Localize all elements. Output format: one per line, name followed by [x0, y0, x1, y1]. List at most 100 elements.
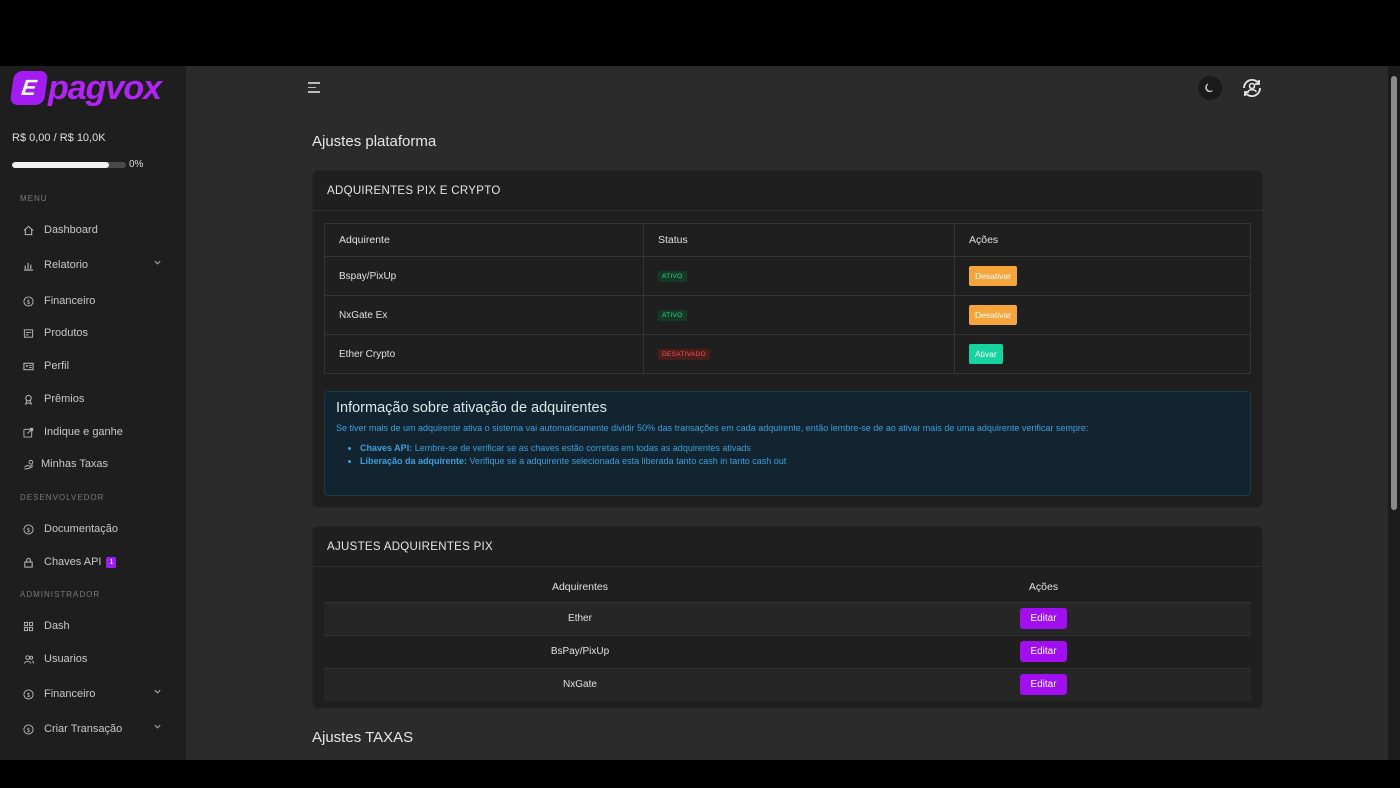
status-badge: ATIVO: [658, 271, 687, 282]
nav-premios[interactable]: Prêmios: [22, 388, 164, 410]
lock-icon: [22, 556, 35, 569]
deactivate-button[interactable]: Desativar: [969, 305, 1017, 325]
moon-icon: [1205, 83, 1213, 93]
user-menu-button[interactable]: [1239, 75, 1265, 101]
balance-progress: 0%: [12, 159, 143, 170]
table-row: Ether Crypto DESATIVADO Ativar: [324, 334, 1251, 374]
nav-label: Financeiro: [44, 295, 96, 307]
balance-text: R$ 0,00 / R$ 10,0K: [12, 132, 106, 144]
scrollbar-thumb[interactable]: [1391, 76, 1397, 510]
cell-name: Ether Crypto: [324, 334, 644, 374]
grid-icon: [22, 620, 35, 633]
home-icon: [22, 224, 35, 237]
svg-text:$: $: [26, 690, 30, 698]
nav-dash[interactable]: Dash: [22, 615, 164, 637]
dollar-circle-icon: $: [22, 295, 35, 308]
nav-label: Minhas Taxas: [41, 458, 109, 470]
cell-name: BsPay/PixUp: [324, 634, 836, 668]
col-header: Adquirente: [324, 223, 644, 257]
notification-badge: 1: [106, 556, 117, 568]
nav-financeiro-admin[interactable]: $ Financeiro: [22, 683, 164, 705]
nav-chaves-api[interactable]: Chaves API 1: [22, 551, 164, 573]
nav-label: Perfil: [44, 360, 70, 372]
section-label-admin: ADMINISTRADOR: [20, 590, 101, 599]
logo-mark-icon: E: [9, 71, 49, 105]
status-badge: DESATIVADO: [658, 349, 710, 360]
nav-produtos[interactable]: Produtos: [22, 322, 164, 344]
status-badge: ATIVO: [658, 310, 687, 321]
nav-label: Usuarios: [44, 653, 88, 665]
letterbox-top: [0, 0, 1400, 66]
nav-taxas[interactable]: Minhas Taxas: [22, 453, 164, 475]
main-content: Ajustes plataforma ADQUIRENTES PIX E CRY…: [186, 66, 1400, 760]
progress-track: [12, 161, 126, 168]
col-header: Status: [643, 223, 955, 257]
card-header: AJUSTES ADQUIRENTES PIX: [313, 527, 1262, 567]
nav-indique[interactable]: Indique e ganhe: [22, 421, 164, 443]
progress-fill: [12, 161, 109, 168]
nav-usuarios[interactable]: Usuarios: [22, 648, 164, 670]
info-text: Se tiver mais de um adquirente ativa o s…: [336, 423, 1089, 433]
menu-toggle-icon[interactable]: [308, 82, 320, 96]
dollar-circle-icon: $: [22, 723, 35, 736]
col-header: Ações: [954, 223, 1251, 257]
bar-chart-icon: [22, 259, 35, 272]
nav-dashboard[interactable]: Dashboard: [22, 219, 164, 241]
list-item-text: Lembre-se de verificar se as chaves estã…: [412, 443, 751, 453]
page-title: Ajustes plataforma: [312, 133, 437, 150]
table-row: Bspay/PixUp ATIVO Desativar: [324, 256, 1251, 296]
section-label-dev: DESENVOLVEDOR: [20, 493, 105, 502]
deactivate-button[interactable]: Desativar: [969, 266, 1017, 286]
users-icon: [22, 653, 35, 666]
section-title-taxas: Ajustes TAXAS: [312, 729, 414, 746]
col-header: Ações: [1028, 580, 1059, 593]
nav-label: Indique e ganhe: [44, 426, 123, 438]
list-item-text: Verifique se a adquirente selecionada es…: [467, 456, 787, 466]
nav-label: Criar Transação: [44, 723, 123, 735]
nav-criar-transacao[interactable]: $ Criar Transação: [22, 718, 164, 740]
table-row: NxGate Ex ATIVO Desativar: [324, 295, 1251, 335]
nav-label: Prêmios: [44, 393, 85, 405]
theme-toggle-button[interactable]: [1198, 76, 1222, 100]
dollar-circle-icon: $: [22, 688, 35, 701]
progress-percent: 0%: [129, 159, 144, 170]
nav-perfil[interactable]: Perfil: [22, 355, 164, 377]
edit-button[interactable]: Editar: [1020, 608, 1067, 629]
chevron-down-icon: [153, 258, 162, 270]
card-ajustes-pix: AJUSTES ADQUIRENTES PIX Adquirentes Açõe…: [312, 526, 1263, 709]
activate-button[interactable]: Ativar: [969, 344, 1003, 364]
app-window: E pagvox R$ 0,00 / R$ 10,0K 0% MENU Dash…: [0, 66, 1400, 760]
edit-button[interactable]: Editar: [1020, 641, 1067, 662]
award-icon: [22, 393, 35, 406]
list-item: Liberação da adquirente: Verifique se a …: [360, 456, 1239, 466]
edit-button[interactable]: Editar: [1020, 674, 1067, 696]
table-row: BsPay/PixUp Editar: [324, 634, 1251, 668]
nav-label: Dashboard: [44, 224, 98, 236]
nav-label: Relatorio: [44, 259, 89, 271]
nav-financeiro[interactable]: $ Financeiro: [22, 290, 164, 312]
chevron-down-icon: [153, 722, 162, 734]
svg-text:$: $: [26, 725, 30, 733]
nav-documentacao[interactable]: $ Documentação: [22, 518, 164, 540]
info-alert: Informação sobre ativação de adquirentes…: [324, 391, 1251, 496]
nav-label: Dash: [44, 620, 70, 632]
card-header: ADQUIRENTES PIX E CRYPTO: [313, 171, 1262, 211]
logo[interactable]: E pagvox: [9, 68, 162, 108]
logo-text: pagvox: [48, 69, 162, 107]
ajustes-table: Adquirentes Ações Ether Editar BsPay/Pix…: [324, 572, 1251, 701]
table-row: Ether Editar: [324, 601, 1251, 635]
letterbox-bottom: [0, 760, 1400, 788]
info-list: Chaves API: Lembre-se de verificar se as…: [336, 443, 1239, 466]
cell-name: Ether: [324, 601, 836, 635]
svg-text:$: $: [26, 525, 30, 533]
nav-relatorio[interactable]: Relatorio: [22, 254, 164, 276]
card-adquirentes: ADQUIRENTES PIX E CRYPTO Adquirente Stat…: [312, 170, 1263, 508]
list-item-label: Chaves API:: [360, 443, 413, 453]
nav-label: Chaves API: [44, 556, 102, 568]
scrollbar[interactable]: [1388, 66, 1400, 760]
col-header: Adquirentes: [551, 580, 609, 593]
svg-text:$: $: [26, 297, 30, 305]
cell-name: NxGate: [324, 667, 836, 701]
list-item: Chaves API: Lembre-se de verificar se as…: [360, 443, 1239, 453]
cell-name: NxGate Ex: [324, 295, 644, 335]
